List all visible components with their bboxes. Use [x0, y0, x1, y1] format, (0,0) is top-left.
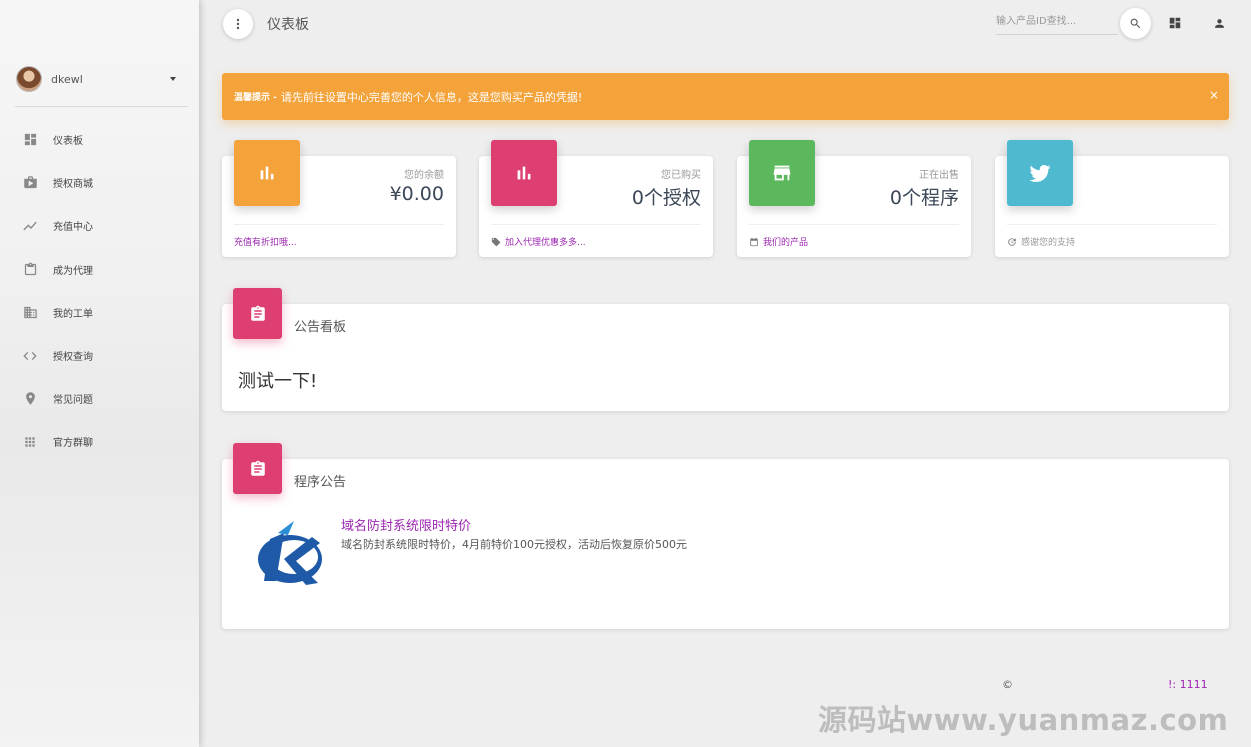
- panel-title: 公告看板: [294, 320, 347, 335]
- avatar: [16, 66, 42, 92]
- sidebar-item-license-query[interactable]: 授权查询: [0, 334, 199, 377]
- update-icon: [1007, 237, 1017, 247]
- stat-divider: [491, 224, 701, 225]
- stat-category: 正在出售: [919, 170, 959, 181]
- dashboard-icon: [1169, 17, 1181, 29]
- store-icon: [749, 140, 815, 206]
- clipboard-icon: [22, 261, 38, 277]
- watermark: 源码站www.yuanmaz.com: [818, 703, 1229, 737]
- alert-strong: 温馨提示 -: [234, 93, 277, 103]
- sidebar-item-label: 官方群聊: [53, 438, 93, 450]
- footer-text: !: 1111: [1168, 678, 1208, 691]
- stat-category: 您的余额: [404, 170, 444, 181]
- more-vert-icon: [236, 18, 240, 30]
- stat-value: 0个授权: [631, 187, 701, 209]
- sidebar-item-label: 授权查询: [53, 352, 93, 364]
- program-item-desc: 域名防封系统限时特价，4月前特价100元授权，活动后恢复原价500元: [341, 538, 687, 551]
- user-menu[interactable]: dkewl: [16, 66, 188, 92]
- stat-divider: [234, 224, 444, 225]
- dashboard-icon: [22, 132, 38, 148]
- sidebar-item-label: 成为代理: [53, 265, 93, 277]
- dashboard-shortcut-button[interactable]: [1168, 16, 1182, 30]
- menu-toggle-button[interactable]: [223, 9, 253, 39]
- building-icon: [22, 304, 38, 320]
- alert-text: 请先前往设置中心完善您的个人信息，这是您购买产品的凭据!: [280, 90, 583, 104]
- stat-card-balance: 您的余额 ¥0.00 充值有折扣哦...: [222, 140, 456, 257]
- stat-value: 0个程序: [889, 187, 959, 209]
- stat-footer-link[interactable]: 充值有折扣哦...: [234, 235, 297, 248]
- profile-button[interactable]: [1212, 16, 1226, 30]
- calendar-icon: [749, 237, 759, 247]
- stat-value: ¥0.00: [389, 183, 444, 205]
- bar-chart-icon: [491, 140, 557, 206]
- person-icon: [1214, 18, 1224, 28]
- program-panel: 程序公告 域名防封系统限时特价 域名防封系统限时特价，4月前特价100元授权，活…: [222, 443, 1229, 629]
- assignment-icon: [233, 288, 282, 339]
- product-logo: [258, 521, 322, 585]
- alert-close-button[interactable]: ×: [1209, 88, 1219, 102]
- sidebar-item-label: 授权商城: [53, 179, 93, 191]
- stat-footer[interactable]: 加入代理优惠多多...: [491, 235, 586, 248]
- twitter-icon: [1007, 140, 1073, 206]
- footer-copyright: ©: [1002, 678, 1013, 691]
- program-item-title[interactable]: 域名防封系统限时特价: [341, 515, 471, 534]
- stat-footer-link[interactable]: 我们的产品: [763, 235, 808, 248]
- caret-down-icon: [170, 77, 176, 81]
- sidebar-item-tickets[interactable]: 我的工单: [0, 291, 199, 334]
- search-input[interactable]: [996, 9, 1118, 35]
- notice-panel: 公告看板 测试一下!: [222, 288, 1229, 411]
- bar-chart-icon: [234, 140, 300, 206]
- stat-footer-text: 感谢您的支持: [1021, 238, 1076, 248]
- location-icon: [22, 391, 38, 407]
- sidebar: dkewl 仪表板 授权商城 充值中心 成为代理 我的工单 授权查询 常见问题 …: [0, 0, 199, 747]
- search-icon: [1130, 18, 1141, 29]
- alert-banner: 温馨提示 - 请先前往设置中心完善您的个人信息，这是您购买产品的凭据! ×: [222, 73, 1229, 120]
- shop-icon: [22, 175, 38, 191]
- stat-card-support: 感谢您的支持: [995, 140, 1229, 257]
- stat-category: 您已购买: [661, 170, 701, 181]
- search-button[interactable]: [1120, 8, 1151, 39]
- sidebar-item-shop[interactable]: 授权商城: [0, 161, 199, 204]
- page-title: 仪表板: [267, 17, 309, 33]
- sidebar-item-faq[interactable]: 常见问题: [0, 377, 199, 420]
- stat-divider: [1007, 224, 1217, 225]
- apps-icon: [22, 434, 38, 450]
- user-name: dkewl: [51, 72, 83, 86]
- sidebar-item-recharge[interactable]: 充值中心: [0, 204, 199, 247]
- stat-footer-link[interactable]: 加入代理优惠多多...: [505, 235, 586, 248]
- sidebar-divider: [15, 106, 188, 107]
- sidebar-item-label: 我的工单: [53, 308, 93, 320]
- sidebar-item-label: 充值中心: [53, 222, 93, 234]
- stat-footer[interactable]: 我们的产品: [749, 235, 808, 248]
- sidebar-item-dashboard[interactable]: 仪表板: [0, 118, 199, 161]
- stat-card-selling: 正在出售 0个程序 我们的产品: [737, 140, 971, 257]
- stat-divider: [749, 224, 959, 225]
- stat-footer[interactable]: 充值有折扣哦...: [234, 235, 297, 248]
- stat-footer: 感谢您的支持: [1007, 235, 1075, 248]
- panel-title: 程序公告: [294, 475, 347, 490]
- trending-icon: [22, 218, 38, 234]
- notice-body: 测试一下!: [238, 371, 318, 392]
- assignment-icon: [233, 443, 282, 494]
- sidebar-item-agent[interactable]: 成为代理: [0, 248, 199, 291]
- tag-icon: [491, 237, 501, 247]
- sidebar-item-label: 仪表板: [53, 136, 83, 148]
- sidebar-item-group[interactable]: 官方群聊: [0, 420, 199, 463]
- sidebar-nav: 仪表板 授权商城 充值中心 成为代理 我的工单 授权查询 常见问题 官方群聊: [0, 118, 199, 464]
- code-icon: [22, 348, 38, 364]
- sidebar-item-label: 常见问题: [53, 395, 93, 407]
- stat-card-purchased: 您已购买 0个授权 加入代理优惠多多...: [479, 140, 713, 257]
